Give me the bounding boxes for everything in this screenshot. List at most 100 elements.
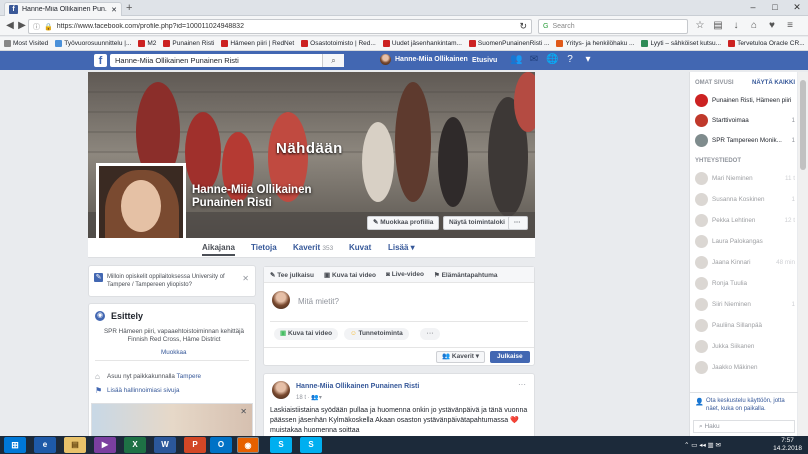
tab-timeline[interactable]: Aikajana [202,243,235,256]
skype-icon[interactable]: S [270,437,292,453]
reload-icon[interactable]: ↻ [519,21,527,32]
own-page-item[interactable]: Punainen Risti, Hämeen piiri [695,94,795,107]
edit-bio-link[interactable]: Muokkaa [161,349,187,356]
star-icon[interactable]: ☆ [694,20,706,32]
tab-more[interactable]: Lisää ▾ [388,243,415,252]
bookmarks-bar: Most Visited Työvuorosuunnittelu |... M2 Pu… [0,37,808,51]
scrollbar-thumb[interactable] [800,80,806,170]
start-button-icon[interactable]: ⊞ [4,437,26,453]
composer-input[interactable]: Mitä mietit? [298,297,339,306]
bookmark-item[interactable]: Työvuorosuunnittelu |... [55,40,131,47]
menu-icon[interactable]: ≡ [784,20,796,32]
bookmark-item[interactable]: M2 [138,40,156,47]
contact-item[interactable]: Siiri Nieminen 1 [695,298,795,311]
post-options-icon[interactable]: ··· [518,380,526,389]
profile-name[interactable]: Hanne-Miia Ollikainen Punainen Risti [192,184,362,210]
bookmark-item[interactable]: Yritys- ja henkilöhaku ... [556,40,634,47]
bookmark-item[interactable]: Punainen Risti [163,40,214,47]
forward-icon[interactable]: ▶ [16,20,28,32]
excel-icon[interactable]: X [124,437,146,453]
chat-search-input[interactable]: ⌕ Haku [693,420,795,433]
publish-button[interactable]: Julkaise [490,351,530,363]
contact-item[interactable]: Mari Nieminen 11 t [695,172,795,185]
lives-in-city-link[interactable]: Tampere [177,373,202,380]
file-explorer-icon[interactable]: ▤ [64,437,86,453]
download-icon[interactable]: ↓ [730,20,742,32]
address-bar[interactable]: ⓘ 🔒 https://www.facebook.com/profile.php… [28,19,532,34]
bookmark-item[interactable]: Hämeen piiri | RedNet [221,40,294,47]
maximize-icon[interactable]: □ [764,0,786,15]
back-icon[interactable]: ◀ [4,20,16,32]
bookmark-item[interactable]: Osastotoimisto | Red... [301,40,376,47]
post-author-avatar[interactable] [272,381,290,399]
contact-item[interactable]: Laura Palokangas [695,235,795,248]
word-icon[interactable]: W [154,437,176,453]
minimize-icon[interactable]: – [742,0,764,15]
account-dropdown-icon[interactable]: ▾ [582,54,594,66]
contact-item[interactable]: Pekka Lehtinen 12 t [695,214,795,227]
contact-item[interactable]: Susanna Koskinen 1 [695,193,795,206]
firefox-icon[interactable]: ◉ [237,437,259,453]
tab-about[interactable]: Tietoja [251,243,277,252]
tab-photos[interactable]: Kuvat [349,243,371,252]
tab-create-post[interactable]: ✎ Tee julkaisu [270,271,314,279]
edit-profile-button[interactable]: ✎ Muokkaa profiilia [367,216,440,230]
help-icon[interactable]: ? [564,54,576,66]
media-player-icon[interactable]: ▶ [94,437,116,453]
clipboard-icon[interactable]: ▤ [712,20,724,32]
facebook-logo-icon[interactable]: f [94,54,107,67]
pocket-icon[interactable]: ♥ [766,20,778,32]
search-icon[interactable]: ⌕ [322,54,344,67]
contact-item[interactable]: Ronja Tuulia [695,277,795,290]
bookmark-item[interactable]: Uudet jäsenhankintam... [382,40,462,47]
photo-video-button[interactable]: ▣ Kuva tai video [274,328,339,340]
contact-item[interactable]: Jukka Siikanen [695,340,795,353]
outlook-icon[interactable]: O [210,437,232,453]
tab-photo-video[interactable]: ▣ Kuva tai video [324,271,376,279]
contact-item[interactable]: Pauliina Sillanpää [695,319,795,332]
more-composer-options-icon[interactable]: ··· [420,328,440,340]
bookmark-item[interactable]: Tervetuloa Oracle CR... [728,40,805,47]
internet-explorer-icon[interactable]: e [34,437,56,453]
post-time[interactable]: 18 t · 👥▾ [296,394,322,401]
close-featured-icon[interactable]: ✕ [240,407,247,416]
post-author[interactable]: Hanne-Miia Ollikainen Punainen Risti [296,383,419,390]
powerpoint-icon[interactable]: P [184,437,206,453]
tab-friends[interactable]: Kaverit 353 [293,243,333,252]
browser-search-input[interactable]: G Search [538,19,688,34]
activity-log-button[interactable]: Näytä toimintaloki [443,216,511,230]
bookmark-item[interactable]: Most Visited [4,40,48,47]
home-link[interactable]: Etusivu [472,57,497,64]
new-tab-icon[interactable]: + [126,2,138,14]
close-tab-icon[interactable]: ✕ [111,6,117,14]
tab-live-video[interactable]: ◙ Live-video [386,271,424,278]
profile-link[interactable]: Hanne-Miia Ollikainen [380,54,468,65]
chat-promo-link[interactable]: Ota keskustelu käyttöön, jotta näet, kuk… [706,398,785,412]
close-window-icon[interactable]: ✕ [786,0,808,15]
show-all-link[interactable]: NÄYTÄ KAIKKI [752,80,795,86]
education-prompt-text[interactable]: Milloin opiskelit oppilaitoksessa Univer… [107,273,237,289]
system-tray-icons[interactable]: ⌃ ▭ ◂◂ ▥ ✉ [684,441,721,449]
contact-item[interactable]: Jaakko Mäkinen [695,361,795,374]
system-clock[interactable]: 7:57 14.2.2018 [773,437,802,453]
info-icon[interactable]: ⓘ [33,22,40,32]
contact-item[interactable]: Jaana Kinnari 48 min [695,256,795,269]
add-featured-link[interactable]: Lisää hallinnoimiasi sivuja [107,387,179,394]
close-icon[interactable]: ✕ [242,274,249,283]
own-page-item[interactable]: Starttivoimaa 1 [695,114,795,127]
skype-business-icon[interactable]: S [300,437,322,453]
feeling-button[interactable]: ☺ Tunnetoiminta [344,328,409,340]
home-icon[interactable]: ⌂ [748,20,760,32]
browser-tab[interactable]: f Hanne-Miia Ollikainen Pun... ✕ [4,2,122,16]
own-page-item[interactable]: SPR Tampereen Monik... 1 [695,134,795,147]
bookmark-item[interactable]: SuomenPunainenRisti ... [468,40,549,47]
notifications-icon[interactable]: 🌐 [546,54,558,66]
smiley-icon: ☺ [350,330,357,337]
facebook-search-input[interactable]: Hanne-Miia Ollikainen Punainen Risti [110,54,344,67]
audience-selector[interactable]: 👥 Kaverit ▾ [436,351,486,363]
bookmark-item[interactable]: Lyyti – sähköiset kutsu... [641,40,721,47]
messages-icon[interactable]: ✉ [528,54,540,66]
tab-life-event[interactable]: ⚑ Elämäntapahtuma [434,271,498,279]
more-options-button[interactable]: ··· [508,216,528,230]
friend-requests-icon[interactable]: 👥 [510,54,522,66]
